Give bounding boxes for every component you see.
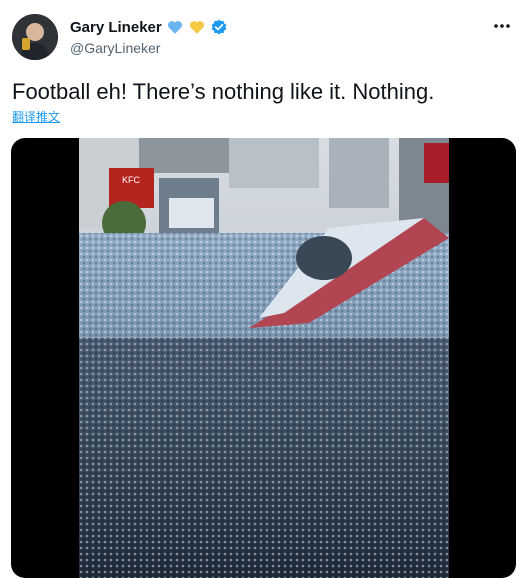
blue-heart-icon bbox=[167, 21, 182, 34]
video-frame: KFC bbox=[79, 138, 449, 578]
verified-badge-icon bbox=[211, 19, 227, 35]
kfc-sign-text: KFC bbox=[122, 175, 141, 185]
author-handle[interactable]: @GaryLineker bbox=[70, 40, 160, 56]
tweet-video[interactable]: KFC bbox=[11, 138, 516, 578]
avatar[interactable] bbox=[12, 14, 58, 60]
author-name[interactable]: Gary Lineker bbox=[70, 19, 162, 36]
author-name-row: Gary Lineker bbox=[70, 18, 228, 36]
more-options-icon[interactable] bbox=[490, 16, 514, 36]
tweet-text: Football eh! There’s nothing like it. No… bbox=[12, 79, 435, 104]
avatar-image bbox=[12, 14, 58, 60]
yellow-heart-icon bbox=[189, 21, 204, 34]
translate-tweet-link[interactable]: 翻译推文 bbox=[12, 108, 60, 125]
